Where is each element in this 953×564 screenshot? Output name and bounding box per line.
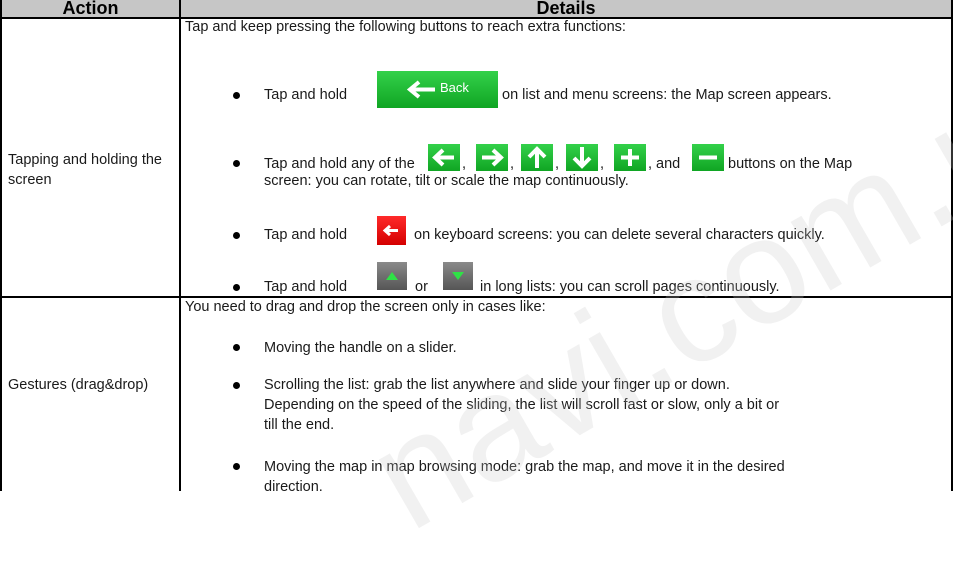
right-arrow-button-image — [476, 144, 508, 171]
row1-item1-pre: Tap and hold — [264, 87, 348, 103]
column-divider — [179, 0, 181, 491]
bullet — [233, 463, 240, 470]
back-button-image: Back — [377, 71, 498, 108]
row1-item4-post: in long lists: you can scroll pages cont… — [480, 279, 780, 295]
row2-item2-line1: Scrolling the list: grab the list anywhe… — [264, 377, 730, 393]
and-text: , and — [648, 156, 681, 172]
backspace-button-image — [377, 216, 406, 245]
scroll-down-button-image — [443, 262, 473, 290]
row2-intro: You need to drag and drop the screen onl… — [185, 299, 546, 315]
row2-item1: Moving the handle on a slider. — [264, 340, 457, 356]
row2-item2-line3: till the end. — [264, 417, 335, 433]
or-text: or — [415, 279, 428, 295]
manual-page: Action Details Tapping and holding the s… — [0, 0, 953, 561]
row1-item2-post2: screen: you can rotate, tilt or scale th… — [264, 173, 629, 189]
down-arrow-button-image — [566, 144, 598, 171]
triangle-down-icon — [452, 272, 464, 280]
plus-button-image — [614, 144, 646, 171]
row2-action: Gestures (drag&drop) — [8, 377, 149, 393]
row1-item2-pre: Tap and hold any of the — [264, 156, 415, 172]
row-divider — [0, 296, 953, 298]
separator: , — [555, 156, 560, 172]
header-details: Details — [536, 0, 596, 18]
bullet — [233, 160, 240, 167]
row1-item2-post: buttons on the Map — [728, 156, 853, 172]
row1-action: Tapping and holding the screen — [8, 152, 162, 188]
row1-item3-pre: Tap and hold — [264, 227, 348, 243]
minus-icon — [699, 155, 717, 160]
plus-icon — [621, 149, 639, 166]
row1-item3-post: on keyboard screens: you can delete seve… — [414, 227, 825, 243]
separator: , — [510, 156, 515, 172]
backspace-icon — [382, 224, 398, 237]
triangle-up-icon — [386, 272, 398, 280]
up-arrow-icon — [527, 146, 547, 168]
down-arrow-icon — [572, 147, 592, 169]
left-arrow-icon — [432, 148, 454, 167]
row1-item1-post: on list and menu screens: the Map screen… — [502, 87, 832, 103]
bullet — [233, 284, 240, 291]
back-arrow-icon — [406, 80, 435, 99]
separator: , — [462, 156, 467, 172]
row2-item3-line2: direction. — [264, 479, 323, 495]
back-label: Back — [440, 80, 469, 95]
bullet — [233, 344, 240, 351]
minus-button-image — [692, 144, 724, 171]
left-arrow-button-image — [428, 144, 460, 171]
row2-item3-line1: Moving the map in map browsing mode: gra… — [264, 459, 785, 475]
separator: , — [600, 156, 605, 172]
bullet — [233, 382, 240, 389]
scroll-up-button-image — [377, 262, 407, 290]
row1-intro: Tap and keep pressing the following butt… — [185, 19, 626, 35]
header-action: Action — [62, 0, 119, 18]
row1-item4-pre: Tap and hold — [264, 279, 348, 295]
right-arrow-icon — [482, 148, 504, 167]
table-border-left — [0, 0, 2, 491]
bullet — [233, 232, 240, 239]
up-arrow-button-image — [521, 144, 553, 171]
row2-item2-line2: Depending on the speed of the sliding, t… — [264, 397, 780, 413]
bullet — [233, 92, 240, 99]
